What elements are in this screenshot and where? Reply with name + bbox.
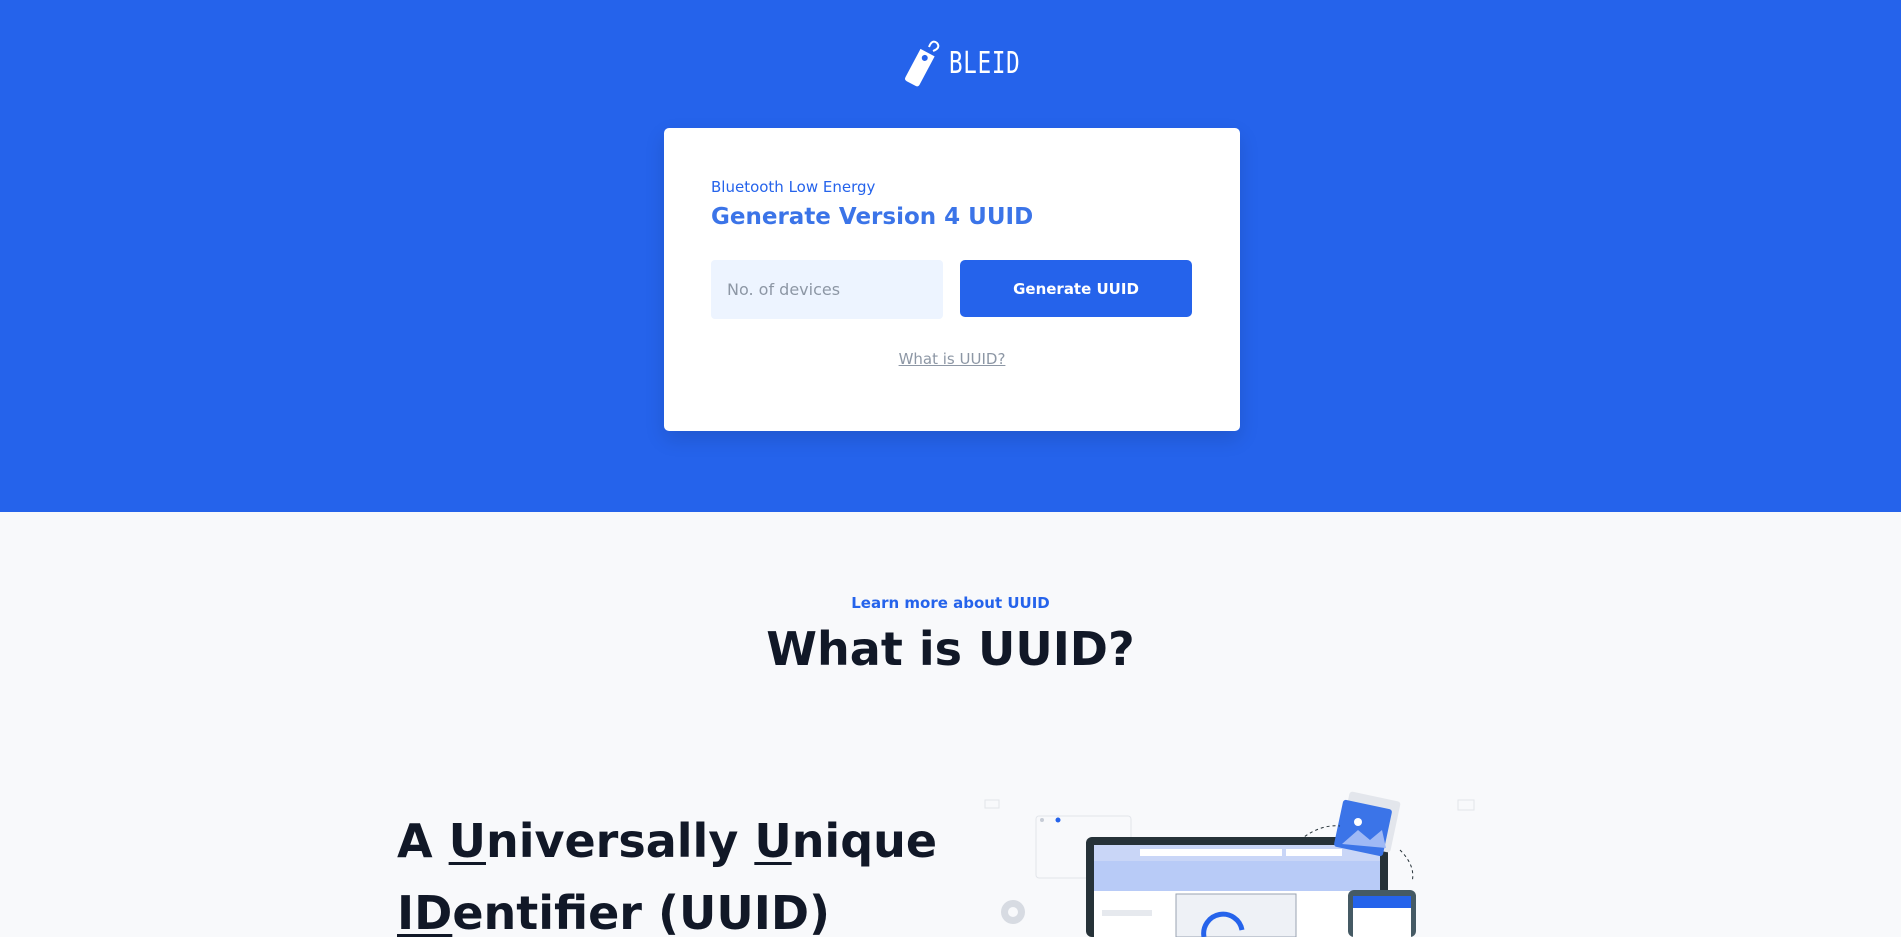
heading-part: niversally <box>485 814 755 868</box>
brand-name: BLEID <box>949 45 1021 81</box>
heading-part: entifier (UUID) <box>452 886 831 937</box>
uuid-generator-card: Bluetooth Low Energy Generate Version 4 … <box>664 128 1240 431</box>
devices-sync-illustration <box>984 791 1475 937</box>
brand-logo[interactable]: BLEID <box>899 37 1044 89</box>
card-subtitle: Bluetooth Low Energy <box>711 178 876 196</box>
card-title: Generate Version 4 UUID <box>711 204 1034 230</box>
heading-part: A <box>397 814 449 868</box>
generate-uuid-button[interactable]: Generate UUID <box>960 260 1192 317</box>
hero-section: BLEID Bluetooth Low Energy Generate Vers… <box>0 0 1901 512</box>
devices-count-input[interactable] <box>711 260 943 319</box>
image-card-icon <box>1334 791 1401 857</box>
heading-part: nique <box>791 814 938 868</box>
section-eyebrow: Learn more about UUID <box>851 594 1050 612</box>
heading-underlined-letter: U <box>448 814 486 868</box>
heading-underlined-letter: U <box>754 814 792 868</box>
section-title: What is UUID? <box>766 622 1135 676</box>
tag-icon <box>905 40 940 87</box>
what-is-uuid-link[interactable]: What is UUID? <box>664 350 1240 368</box>
uuid-definition-heading: A Universally Unique IDentifier (UUID) <box>397 805 957 937</box>
gear-icon <box>1001 900 1025 924</box>
heading-underlined-letters: ID <box>397 886 453 937</box>
